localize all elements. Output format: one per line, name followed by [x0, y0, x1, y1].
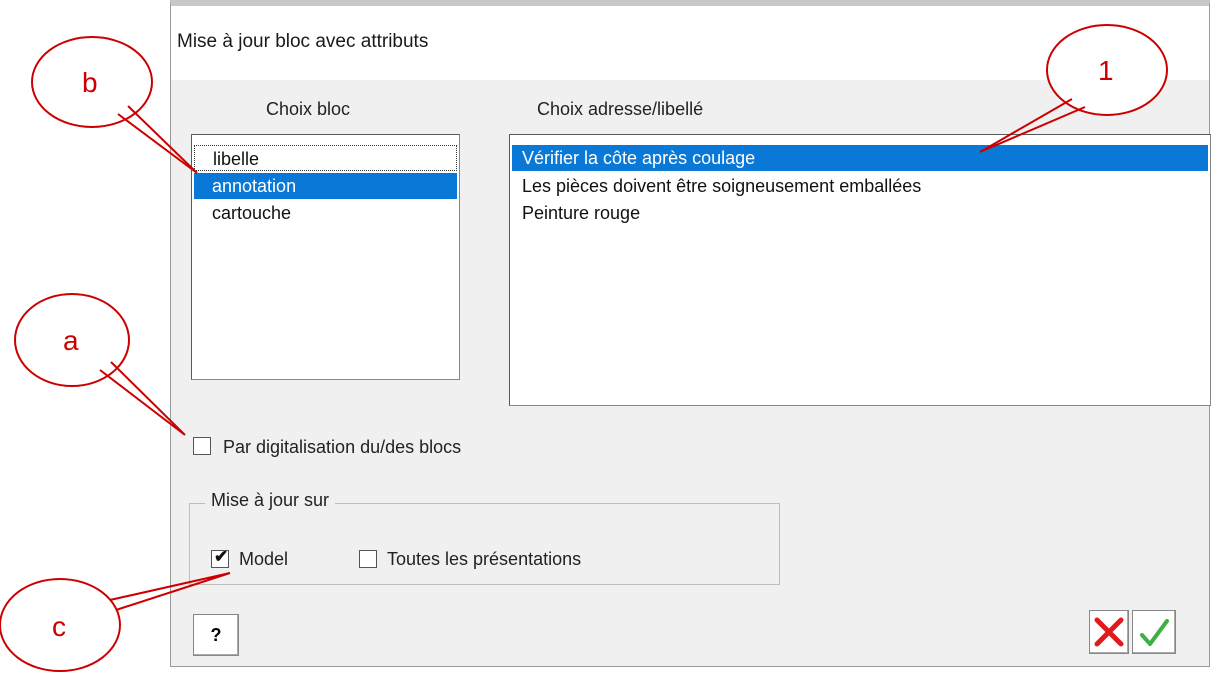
help-button[interactable]: ?: [193, 614, 239, 656]
title-bar: Mise à jour bloc avec attributs: [171, 6, 1209, 80]
green-check-icon: [1140, 619, 1169, 646]
dialog-title: Mise à jour bloc avec attributs: [177, 31, 429, 52]
all-layouts-checkbox-label[interactable]: Toutes les présentations: [387, 549, 581, 570]
address-list-label: Choix adresse/libellé: [537, 99, 704, 119]
list-item-address-3[interactable]: Peinture rouge: [512, 200, 1208, 226]
all-layouts-checkbox[interactable]: [359, 550, 377, 568]
digitize-checkbox[interactable]: [193, 437, 211, 455]
list-item-address-2[interactable]: Les pièces doivent être soigneusement em…: [512, 173, 1208, 199]
callout-c-label: c: [52, 611, 66, 642]
cancel-button[interactable]: [1089, 610, 1129, 654]
callout-a: a: [14, 293, 186, 436]
help-button-label: ?: [210, 625, 222, 645]
list-item-address-1[interactable]: Vérifier la côte après coulage: [512, 145, 1208, 171]
list-item-cartouche[interactable]: cartouche: [194, 200, 457, 226]
update-block-dialog: Mise à jour bloc avec attributs Choix bl…: [170, 0, 1211, 667]
list-item-annotation[interactable]: annotation: [194, 173, 457, 199]
list-item-libelle[interactable]: libelle: [194, 145, 457, 171]
address-listbox[interactable]: Vérifier la côte après coulage Les pièce…: [509, 134, 1211, 406]
update-on-group: [189, 503, 780, 585]
checkmark-icon: ✔: [214, 547, 229, 566]
callout-a-label: a: [63, 325, 79, 356]
red-cross-icon: [1094, 617, 1124, 647]
model-checkbox-label[interactable]: Model: [239, 549, 288, 570]
ok-button[interactable]: [1132, 610, 1176, 654]
model-checkbox[interactable]: ✔: [211, 547, 229, 568]
block-list-label: Choix bloc: [266, 99, 351, 119]
digitize-checkbox-label[interactable]: Par digitalisation du/des blocs: [223, 437, 461, 458]
block-listbox[interactable]: libelle annotation cartouche: [191, 134, 460, 380]
update-on-legend: Mise à jour sur: [205, 490, 336, 511]
callout-b-label: b: [82, 67, 98, 98]
